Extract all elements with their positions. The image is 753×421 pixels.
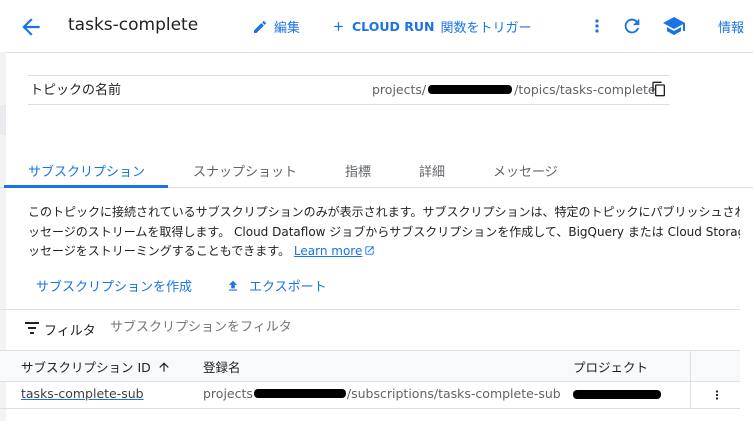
column-header-subscription-id[interactable]: サブスクリプション ID [21, 357, 171, 376]
trigger-cloud-run-button[interactable]: CLOUD RUN 関数をトリガー [331, 17, 531, 36]
redacted-project-cell [573, 390, 661, 399]
filter-input[interactable] [110, 320, 410, 335]
description-line-3: ッセージをストリーミングすることもできます。 [28, 244, 291, 258]
subscription-id-link[interactable]: tasks-complete-sub [21, 386, 144, 401]
column-header-name[interactable]: 登録名 [203, 357, 241, 376]
row-more-vert-icon[interactable] [710, 385, 724, 405]
create-subscription-button[interactable]: サブスクリプションを作成 [36, 276, 192, 295]
topic-name-label: トピックの名前 [30, 83, 122, 98]
tab-subscriptions[interactable]: サブスクリプション [28, 161, 145, 180]
tab-details[interactable]: 詳細 [419, 161, 445, 180]
description-line-2: ッセージのストリームを取得します。 Cloud Dataflow ジョブからサブ… [28, 224, 740, 239]
subscription-name-suffix: /subscriptions/tasks-complete-sub [346, 386, 561, 401]
topic-path: projects/ /topics/tasks-complete [372, 82, 656, 97]
column-header-label: サブスクリプション ID [21, 360, 151, 375]
active-tab-indicator [4, 185, 168, 188]
left-nav-highlight [0, 105, 6, 135]
school-icon[interactable] [661, 14, 687, 38]
edit-label: 編集 [274, 21, 301, 36]
trigger-label-jp: 関数をトリガー [440, 21, 532, 36]
tab-snapshots[interactable]: スナップショット [193, 161, 297, 180]
redacted-project-id [253, 389, 346, 398]
description-line-1: このトピックに接続されているサブスクリプションのみが表示されます。サブスクリプシ… [28, 205, 740, 219]
edit-button[interactable]: 編集 [252, 17, 300, 36]
topic-path-prefix: projects/ [372, 82, 427, 97]
column-header-project[interactable]: プロジェクト [573, 357, 648, 376]
subscriptions-description: このトピックに接続されているサブスクリプションのみが表示されます。サブスクリプシ… [28, 203, 740, 262]
redacted-project-id [428, 85, 513, 94]
learn-more-label: Learn more [293, 244, 363, 258]
page-title: tasks-complete [68, 15, 199, 35]
export-label: エクスポート [249, 280, 327, 295]
pencil-icon [254, 20, 267, 33]
more-vert-icon[interactable] [587, 15, 607, 37]
external-link-icon [365, 246, 374, 255]
sort-arrow-up-icon [159, 361, 169, 372]
plus-icon [334, 22, 343, 31]
copy-icon[interactable] [651, 80, 667, 98]
export-button[interactable]: エクスポート [226, 276, 327, 295]
upload-icon [228, 280, 238, 291]
trigger-label-en: CLOUD RUN [352, 19, 435, 34]
subscription-name-cell: projects /subscriptions/tasks-complete-s… [203, 386, 561, 401]
tab-metrics[interactable]: 指標 [345, 161, 371, 180]
filter-label: フィルタ [44, 324, 96, 339]
refresh-icon[interactable] [621, 15, 643, 37]
filter-icon [25, 322, 39, 334]
info-button[interactable]: 情報 [718, 17, 744, 36]
learn-more-link[interactable]: Learn more [294, 244, 362, 258]
tab-messages[interactable]: メッセージ [493, 161, 558, 180]
description-line-3-wrap: ッセージをストリーミングすることもできます。 Learn more [28, 242, 740, 262]
back-arrow-icon[interactable] [18, 14, 44, 40]
subscription-name-prefix: projects [203, 386, 253, 401]
topic-path-suffix: /topics/tasks-complete [514, 82, 656, 97]
